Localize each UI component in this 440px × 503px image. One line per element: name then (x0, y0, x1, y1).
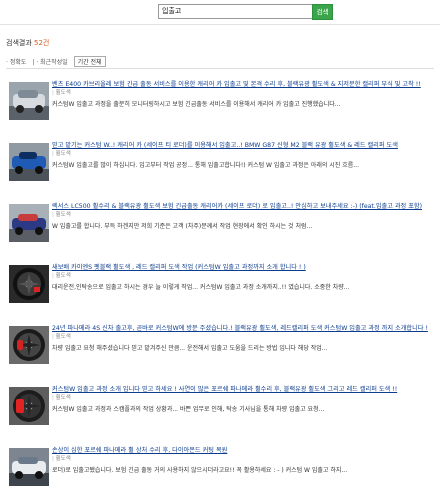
divider (6, 68, 434, 69)
results-list: 벤츠 E400 카브리올레 보험 긴급 출동 서비스를 이용한 캐리어 카 입출… (6, 76, 436, 503)
list-item: 커스텀W 입출고 과정 소개 입니다 믿고 하세요 ! 사연이 많은 포르쉐 파… (6, 381, 436, 442)
result-content: 커스텀W 입출고 과정 소개 입니다 믿고 하세요 ! 사연이 많은 포르쉐 파… (52, 385, 436, 414)
search-button[interactable]: 검색 (312, 4, 333, 20)
result-snippet: 로더)로 입출고됐습니다. 보험 긴급 출동 거의 사용하지 않으시더라고요!!… (52, 467, 348, 474)
result-title[interactable]: 새보배 카이엔S 펫블랙 휠도색 , 레드 캘리퍼 도색 작업 (커스텀W 입출… (52, 263, 436, 272)
wheel-black-icon[interactable] (9, 265, 49, 303)
wheel-red-caliper-icon[interactable] (9, 326, 49, 364)
sort-bar: · 정확도 | · 최근작성일 기간 전체 (6, 56, 434, 67)
result-header: 검색결과 52건 (6, 38, 49, 48)
top-search-bar: 입출고 검색 (0, 0, 440, 25)
car-silver-icon[interactable] (9, 82, 49, 120)
wheel-red-caliper-icon[interactable] (9, 387, 49, 425)
result-content: 새보배 카이엔S 펫블랙 휠도색 , 레드 캘리퍼 도색 작업 (커스텀W 입출… (52, 263, 436, 292)
result-title[interactable]: 손상이 심한 포르쉐 파나메라 휠 상처 수리 후, 다이아몬드 커팅 복원 (52, 446, 436, 455)
result-snippet: 대리운전,인탁송으로 입출고 하시는 경우 늘 이렇게 작업... 커스텀W 입… (52, 284, 350, 291)
car-blue-icon[interactable] (9, 143, 49, 181)
result-title[interactable]: 벤츠 E400 카브리올레 보험 긴급 출동 서비스를 이용한 캐리어 카 입출… (52, 80, 436, 89)
result-count: 52건 (34, 39, 50, 47)
result-title[interactable]: 렉서스 LC500 휠수리 & 블랙유광 휠도색 보험 긴급출동 캐리어카 (세… (52, 202, 436, 211)
list-item: 렉서스 LC500 휠수리 & 블랙유광 휠도색 보험 긴급출동 캐리어카 (세… (6, 198, 436, 259)
sort-accuracy-link[interactable]: · 정확도 (6, 59, 26, 66)
list-item: 24년 파나메라 4S 신차 출고후, 곧바로 커스텀W에 방문 주셨습니다.!… (6, 320, 436, 381)
result-snippet: 커스텀W 입출고 과정을 출분히 모니터링하시고 보험 긴급출동 서비스를 이용… (52, 101, 341, 108)
sort-recent-link[interactable]: | · 최근작성일 (32, 59, 67, 66)
car-white-icon[interactable] (9, 448, 49, 486)
list-item: 벤츠 E400 카브리올레 보험 긴급 출동 서비스를 이용한 캐리어 카 입출… (6, 76, 436, 137)
result-content: 믿고 맡기는 커스텀 W..! 캐리어 카 (세이프 티 로더)를 이용해서 입… (52, 141, 436, 170)
list-item: 새보배 카이엔S 펫블랙 휠도색 , 레드 캘리퍼 도색 작업 (커스텀W 입출… (6, 259, 436, 320)
result-category[interactable]: 휠도색 (52, 89, 436, 98)
result-title[interactable]: 24년 파나메라 4S 신차 출고후, 곧바로 커스텀W에 방문 주셨습니다.!… (52, 324, 436, 333)
result-snippet: 커스텀W 입출고를 많이 하십니다. 입고부터 작업 공정... 통해 입출고합… (52, 162, 359, 169)
result-category[interactable]: 휠도색 (52, 455, 436, 464)
car-red-icon[interactable] (9, 204, 49, 242)
result-title[interactable]: 커스텀W 입출고 과정 소개 입니다 믿고 하세요 ! 사연이 많은 포르쉐 파… (52, 385, 436, 394)
result-category[interactable]: 휠도색 (52, 394, 436, 403)
result-category[interactable]: 휠도색 (52, 211, 436, 220)
period-select[interactable]: 기간 전체 (73, 56, 106, 67)
result-content: 24년 파나메라 4S 신차 출고후, 곧바로 커스텀W에 방문 주셨습니다.!… (52, 324, 436, 353)
result-header-label: 검색결과 (6, 39, 32, 47)
result-content: 벤츠 E400 카브리올레 보험 긴급 출동 서비스를 이용한 캐리어 카 입출… (52, 80, 436, 109)
result-title[interactable]: 믿고 맡기는 커스텀 W..! 캐리어 카 (세이프 티 로더)를 이용해서 입… (52, 141, 436, 150)
result-content: 손상이 심한 포르쉐 파나메라 휠 상처 수리 후, 다이아몬드 커팅 복원 휠… (52, 446, 436, 475)
result-snippet: W 입출고를 합니다. 부득 하겐지만 저희 기준은 고객 (차주)분께서 작업… (52, 223, 313, 230)
result-content: 렉서스 LC500 휠수리 & 블랙유광 휠도색 보험 긴급출동 캐리어카 (세… (52, 202, 436, 231)
list-item: 믿고 맡기는 커스텀 W..! 캐리어 카 (세이프 티 로더)를 이용해서 입… (6, 137, 436, 198)
result-category[interactable]: 휠도색 (52, 150, 436, 159)
result-category[interactable]: 휠도색 (52, 333, 436, 342)
result-category[interactable]: 휠도색 (52, 272, 436, 281)
list-item: 손상이 심한 포르쉐 파나메라 휠 상처 수리 후, 다이아몬드 커팅 복원 휠… (6, 442, 436, 503)
result-snippet: 차량 입출고 요청 해주셨습니다 믿고 맡겨주신 만큼... 운전해서 입출고 … (52, 345, 328, 352)
result-snippet: 커스텀W 입출고 과정과 스캠플과의 작업 상황과... 바쁜 업무로 인해, … (52, 406, 325, 413)
search-input[interactable]: 입출고 (158, 4, 314, 19)
